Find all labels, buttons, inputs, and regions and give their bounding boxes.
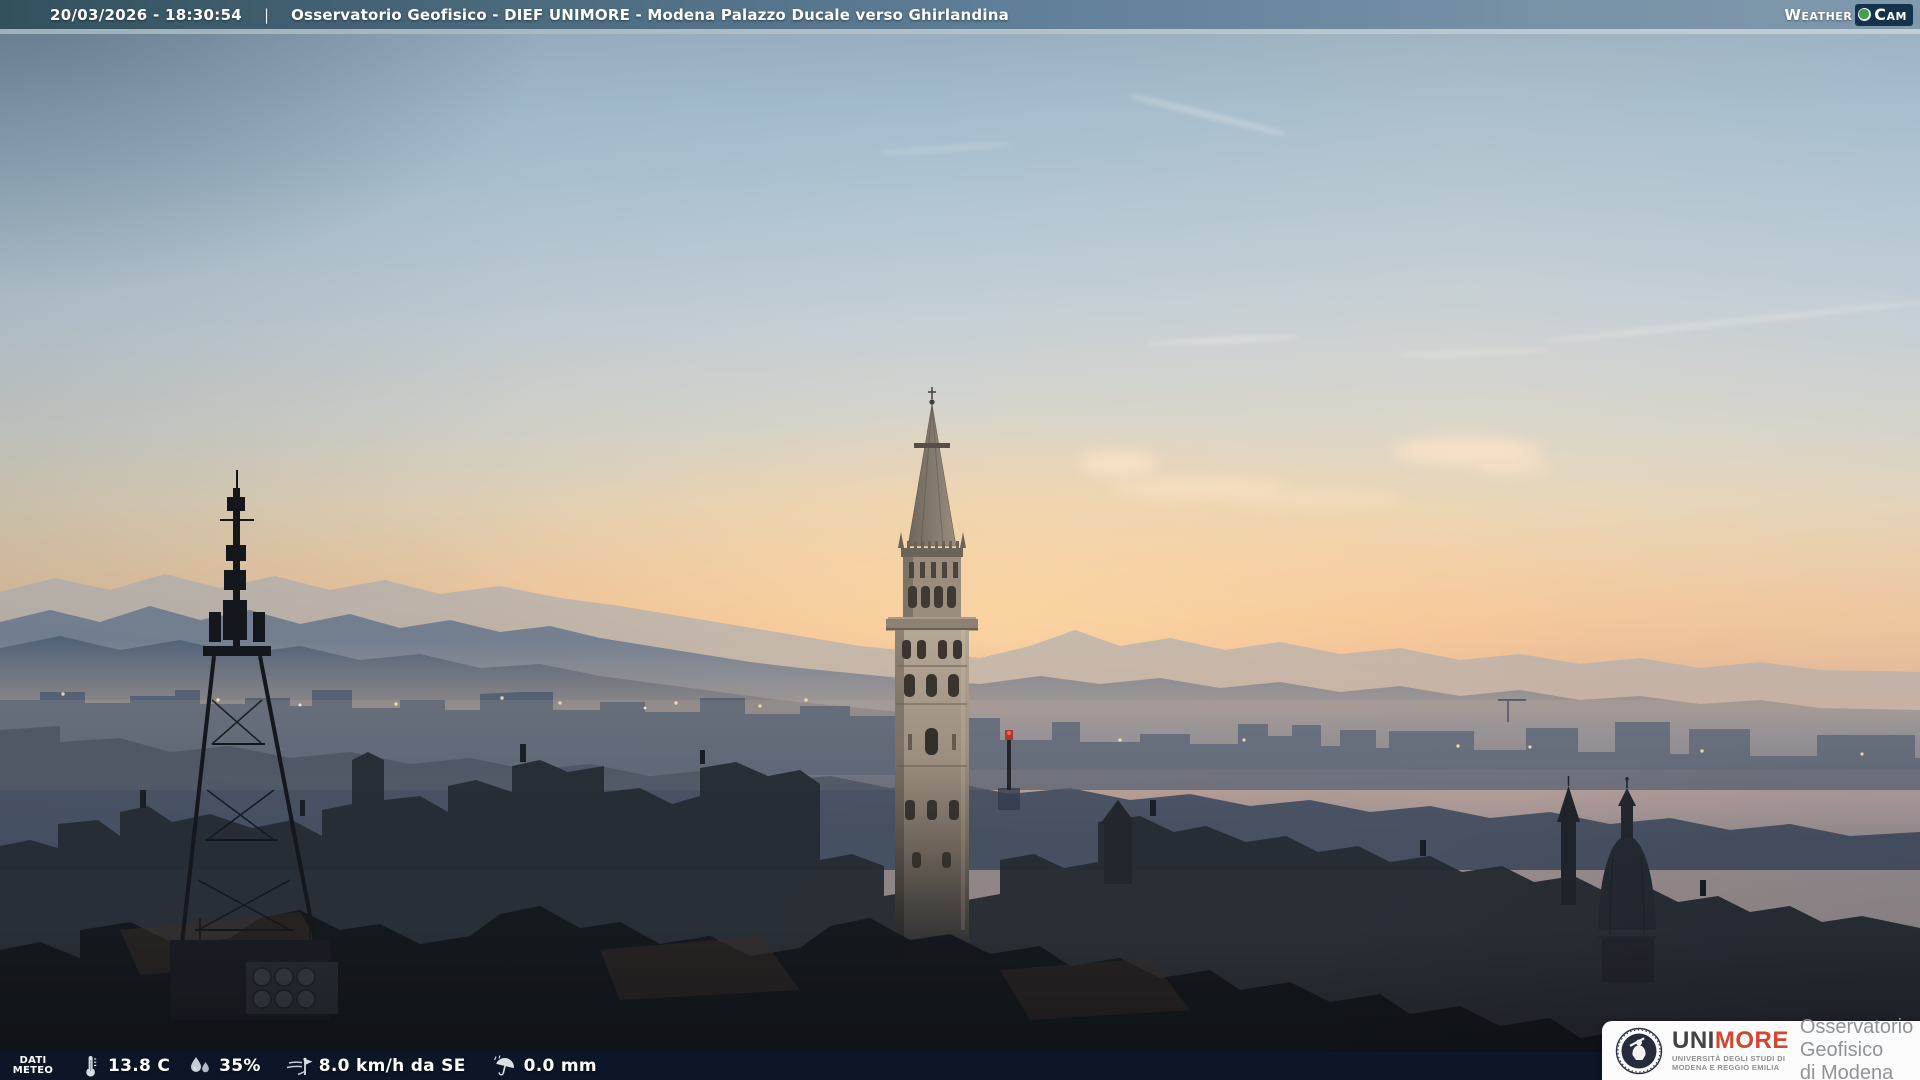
unimore-seal-icon [1615,1027,1663,1074]
thermometer-icon [86,1056,97,1077]
rain-value: 0.0 mm [523,1056,597,1076]
church-dome [1596,777,1658,982]
weathercam-cam: Cam [1874,5,1907,24]
city-skyline-graphic [0,387,1920,1080]
separator: | [264,5,270,24]
datetime-text: 20/03/2026 - 18:30:54 [50,5,243,24]
webcam-photo [0,0,1920,1080]
weathercam-word: Weather [1784,6,1853,24]
observatory-name: Osservatorio Geofisico di Modena [1800,1016,1920,1080]
unimore-wordmark: UNIMORE [1672,1029,1789,1053]
university-subtitle-line2: MODENA E REGGIO EMILIA [1672,1062,1780,1072]
unimore-logo-plate: UNIMORE UNIVERSITÀ DEGLI STUDI DI MODENA… [1602,1016,1920,1080]
wordmark-uni: UNI [1672,1027,1715,1054]
weathercam-logo: Weather Cam [1784,4,1913,26]
header-bar: 20/03/2026 - 18:30:54 | Osservatorio Geo… [0,0,1920,29]
header-divider [0,29,1920,34]
temperature-reading: 13.8 C [80,1054,170,1078]
meteo-label: DATI METEO [0,1056,66,1076]
water-drops-icon [191,1057,210,1073]
camera-title: Osservatorio Geofisico - DIEF UNIMORE - … [291,5,1009,24]
temperature-value: 13.8 C [108,1056,171,1076]
webcam-frame: 20/03/2026 - 18:30:54 | Osservatorio Geo… [0,0,1920,1080]
observatory-name-line1: Osservatorio Geofisico [1799,1016,1914,1061]
weathercam-badge: Cam [1855,4,1913,26]
humidity-value: 35% [219,1056,261,1076]
humidity-reading: 35% [187,1054,261,1078]
camera-lens-icon [1858,8,1872,21]
observatory-name-line2: di Modena [1799,1062,1894,1080]
wind-reading: 8.0 km/h da SE [285,1054,466,1078]
wind-vane-icon [286,1057,313,1076]
unimore-wordmark-block: UNIMORE UNIVERSITÀ DEGLI STUDI DI MODENA… [1672,1029,1789,1072]
wordmark-more: MORE [1714,1027,1789,1054]
wind-value: 8.0 km/h da SE [318,1056,466,1076]
umbrella-icon [493,1055,514,1076]
ghirlandina-tower [886,387,978,960]
rain-reading: 0.0 mm [492,1054,597,1078]
meteo-label-line2: METEO [12,1065,54,1076]
university-subtitle: UNIVERSITÀ DEGLI STUDI DI MODENA E REGGI… [1672,1054,1789,1072]
